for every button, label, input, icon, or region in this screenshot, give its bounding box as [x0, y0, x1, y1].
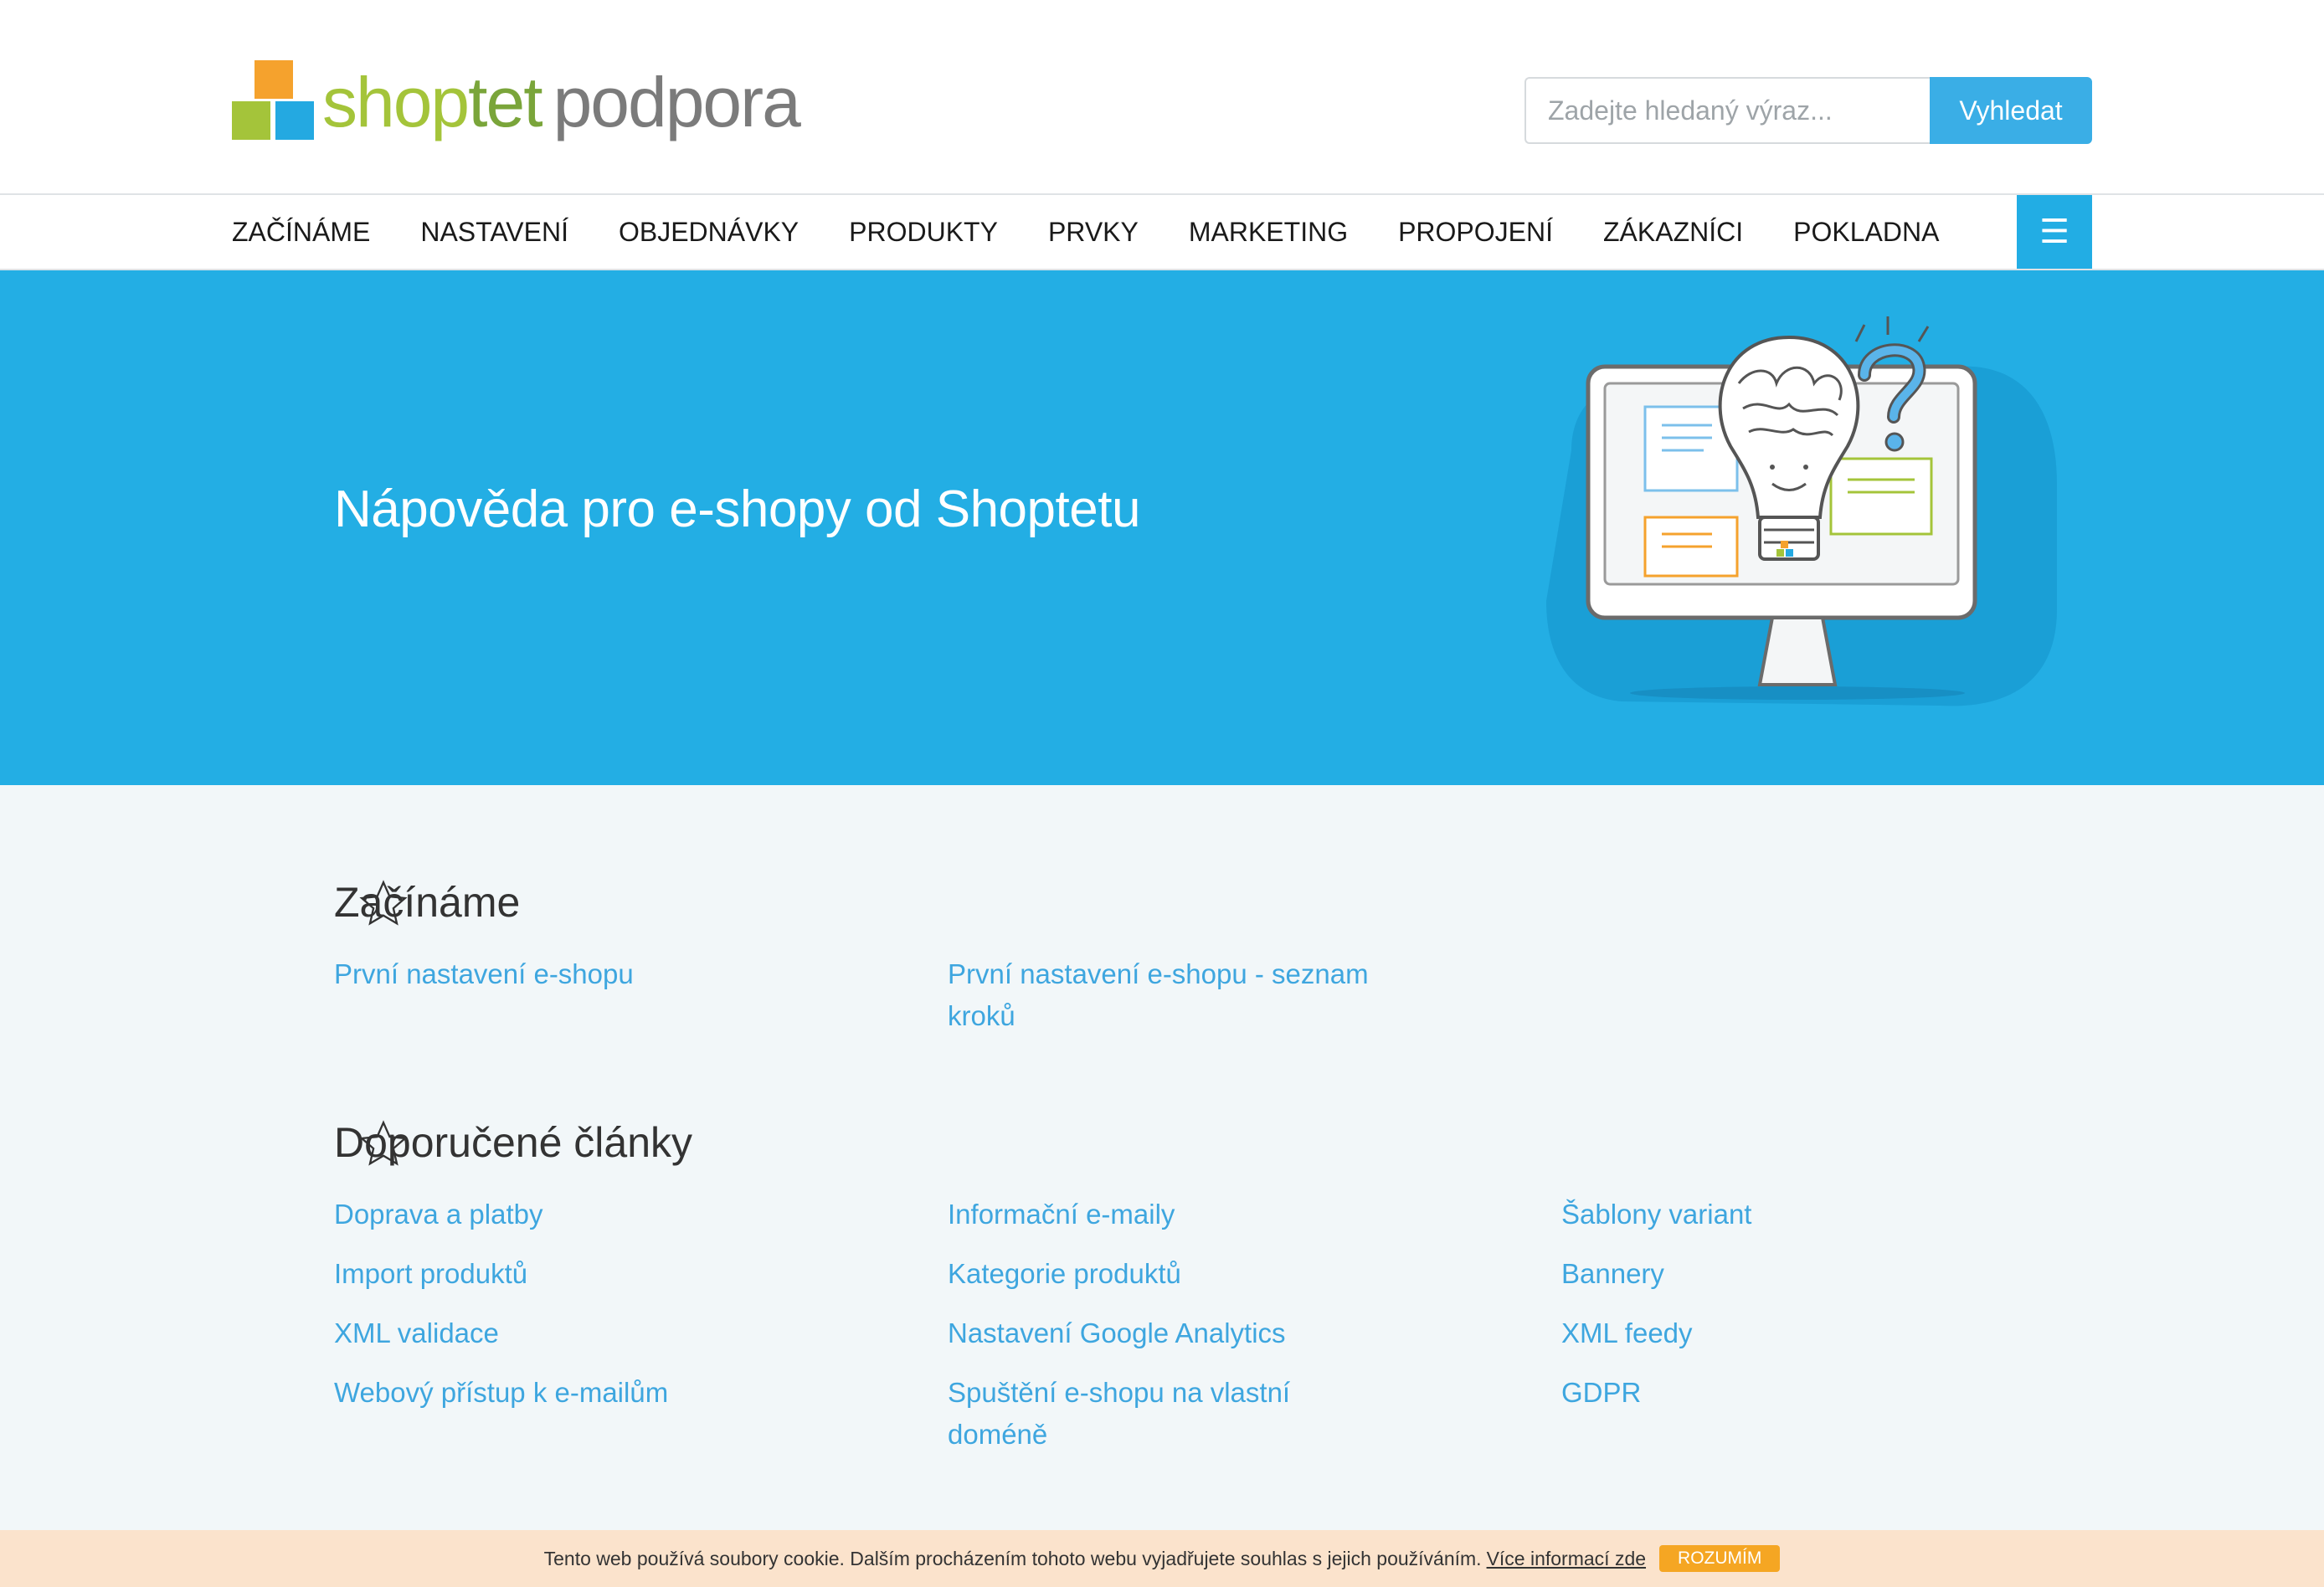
nav-item-marketing[interactable]: Marketing	[1189, 217, 1348, 248]
star-icon	[359, 880, 408, 926]
nav-item-produkty[interactable]: Produkty	[849, 217, 998, 248]
article-link[interactable]: Import produktů	[334, 1253, 769, 1312]
cookie-accept-button[interactable]: Rozumím	[1659, 1545, 1781, 1572]
main-content: Začínáme První nastavení e-shopu První n…	[232, 785, 2092, 1473]
article-link[interactable]: Kategorie produktů	[948, 1253, 1383, 1312]
article-link[interactable]: GDPR	[1561, 1372, 1997, 1473]
hero-banner: Nápověda pro e-shopy od Shoptetu	[0, 270, 2324, 785]
cookie-text: Tento web používá soubory cookie. Dalším…	[543, 1547, 1482, 1569]
article-link[interactable]: XML validace	[334, 1312, 769, 1372]
lightbulb-monitor-illustration	[1546, 316, 2057, 706]
article-link[interactable]: Nastavení Google Analytics	[948, 1312, 1383, 1372]
nav-item-zaciname[interactable]: Začínáme	[232, 217, 370, 248]
nav-item-objednavky[interactable]: Objednávky	[619, 217, 799, 248]
main-nav: Začínáme Nastavení Objednávky Produkty P…	[0, 195, 2324, 270]
star-icon	[359, 1120, 408, 1166]
article-link[interactable]: Bannery	[1561, 1253, 1997, 1312]
nav-item-prvky[interactable]: Prvky	[1048, 217, 1139, 248]
cookie-bar: Tento web používá soubory cookie. Dalším…	[0, 1530, 2324, 1587]
nav-item-nastaveni[interactable]: Nastavení	[420, 217, 568, 248]
article-link[interactable]: První nastavení e-shopu - seznam kroků	[948, 953, 1383, 1055]
article-link[interactable]: XML feedy	[1561, 1312, 1997, 1372]
article-link[interactable]: Spuštění e-shopu na vlastní doméně	[948, 1372, 1383, 1473]
search-form: Vyhledat	[1524, 77, 2092, 144]
site-header: shoptetpodpora Vyhledat	[0, 0, 2324, 195]
article-link[interactable]: Webový přístup k e-mailům	[334, 1372, 769, 1473]
article-link[interactable]: Šablony variant	[1561, 1194, 1997, 1253]
nav-item-zakaznici[interactable]: Zákazníci	[1603, 217, 1743, 248]
search-button[interactable]: Vyhledat	[1930, 77, 2092, 144]
logo-text: shoptet podpora	[322, 63, 801, 141]
hamburger-menu-icon[interactable]: ☰	[2017, 195, 2092, 269]
logo-mark-icon	[232, 60, 316, 144]
site-logo[interactable]: shoptet podpora	[232, 50, 801, 144]
cookie-more-link[interactable]: Více informací zde	[1487, 1548, 1646, 1570]
article-link[interactable]: Informační e-maily	[948, 1194, 1383, 1253]
article-link[interactable]: Doprava a platby	[334, 1194, 769, 1253]
search-input[interactable]	[1524, 77, 1930, 144]
section-doporucene-clanky: Doporučené články Doprava a platby Infor…	[232, 1113, 2092, 1473]
hero-title: Nápověda pro e-shopy od Shoptetu	[334, 480, 1140, 538]
nav-item-pokladna[interactable]: Pokladna	[1793, 217, 1939, 248]
article-link[interactable]: První nastavení e-shopu	[334, 953, 769, 1055]
nav-item-propojeni[interactable]: Propojení	[1398, 217, 1553, 248]
section-zaciname: Začínáme První nastavení e-shopu První n…	[232, 873, 2092, 1055]
